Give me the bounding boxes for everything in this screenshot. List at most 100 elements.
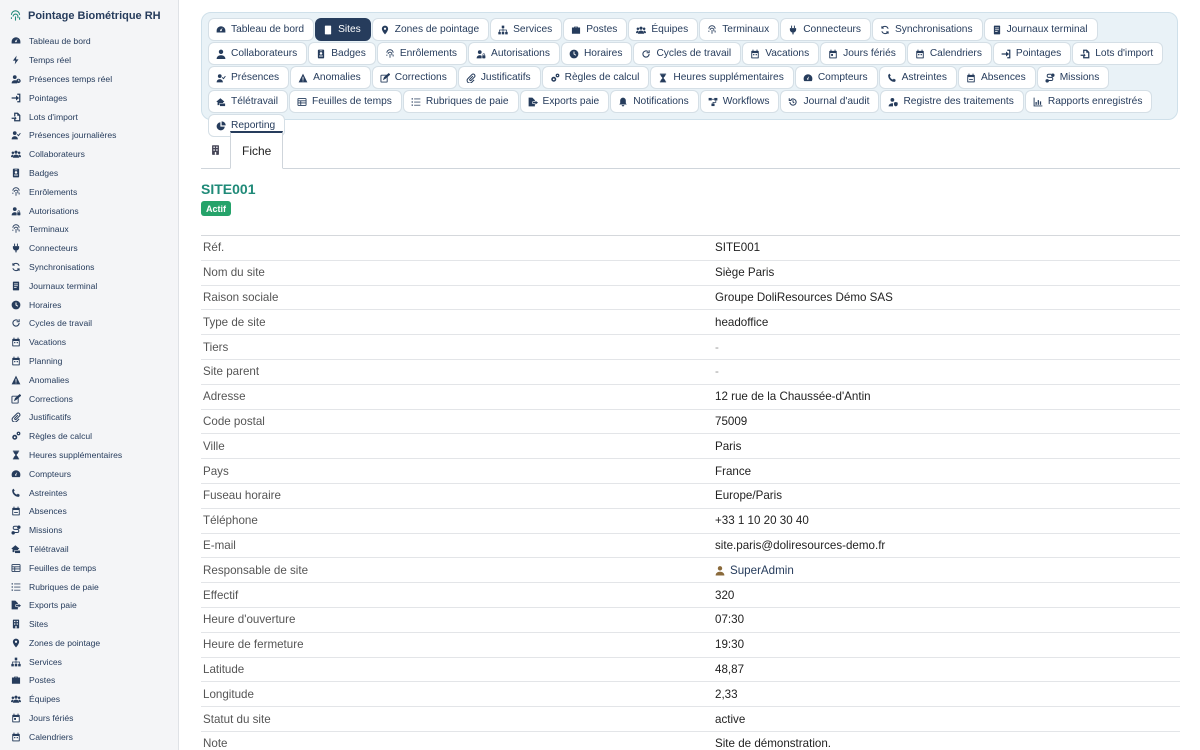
tab-postes[interactable]: Postes (563, 18, 628, 41)
tab-pointages[interactable]: Pointages (992, 42, 1072, 65)
tab-terminaux[interactable]: Terminaux (699, 18, 780, 41)
sidebar-item-journaux-terminal[interactable]: Journaux terminal (0, 276, 178, 295)
sidebar-item-enrolements[interactable]: Enrôlements (0, 182, 178, 201)
field-value-text: France (715, 464, 752, 478)
field-value-text: 75009 (715, 414, 748, 428)
sidebar-item-pointages[interactable]: Pointages (0, 88, 178, 107)
sidebar-item-label: Cycles de travail (29, 318, 93, 329)
sidebar-item-autorisations[interactable]: Autorisations (0, 201, 178, 220)
tab-feuilles-de-temps[interactable]: Feuilles de temps (289, 90, 402, 113)
tab-services[interactable]: Services (490, 18, 563, 41)
sidebar-item-astreintes[interactable]: Astreintes (0, 483, 178, 502)
tab-horaires[interactable]: Horaires (560, 42, 633, 65)
tab-label: Feuilles de temps (312, 96, 392, 107)
field-value-link[interactable]: SuperAdmin (715, 564, 794, 577)
tab-label: Journaux terminal (1006, 24, 1088, 35)
tab-collaborateurs[interactable]: Collaborateurs (208, 42, 308, 65)
sidebar-item-teletravail[interactable]: Télétravail (0, 540, 178, 559)
sidebar-item-feuilles-de-temps[interactable]: Feuilles de temps (0, 558, 178, 577)
tab-zones-de-pointage[interactable]: Zones de pointage (371, 18, 490, 41)
tab-registre-des-traitements[interactable]: Registre des traitements (880, 90, 1024, 113)
tab-teletravail[interactable]: Télétravail (208, 90, 288, 113)
tab-workflows[interactable]: Workflows (699, 90, 780, 113)
sidebar-item-synchronisations[interactable]: Synchronisations (0, 258, 178, 277)
field-value: - (715, 341, 719, 354)
sidebar-item-sites[interactable]: Sites (0, 615, 178, 634)
tab-rapports-enregistres[interactable]: Rapports enregistrés (1024, 90, 1153, 113)
field-label: Code postal (203, 414, 265, 428)
field-value-text: +33 1 10 20 30 40 (715, 514, 809, 528)
sidebar-item-horaires[interactable]: Horaires (0, 295, 178, 314)
tab-tableau-de-bord[interactable]: Tableau de bord (208, 18, 315, 41)
tab-cycles-de-travail[interactable]: Cycles de travail (633, 42, 742, 65)
sidebar-item-connecteurs[interactable]: Connecteurs (0, 239, 178, 258)
tab-missions[interactable]: Missions (1036, 66, 1110, 89)
sidebar-item-corrections[interactable]: Corrections (0, 389, 178, 408)
sidebar-item-calendriers[interactable]: Calendriers (0, 727, 178, 746)
sidebar-item-equipes[interactable]: Équipes (0, 690, 178, 709)
tab-synchronisations[interactable]: Synchronisations (871, 18, 983, 41)
field-value: Groupe DoliResources Démo SAS (715, 291, 893, 304)
tab-corrections[interactable]: Corrections (371, 66, 457, 89)
tab-lots-d-import[interactable]: Lots d'import (1072, 42, 1164, 65)
sidebar-item-anomalies[interactable]: Anomalies (0, 370, 178, 389)
tab-absences[interactable]: Absences (957, 66, 1036, 89)
terminal-log-icon (11, 281, 21, 291)
sidebar-item-services[interactable]: Services (0, 652, 178, 671)
tab-equipes[interactable]: Équipes (628, 18, 699, 41)
sidebar-item-badges[interactable]: Badges (0, 164, 178, 183)
sidebar-item-regles-de-calcul[interactable]: Règles de calcul (0, 427, 178, 446)
tab-rubriques-de-paie[interactable]: Rubriques de paie (402, 90, 519, 113)
sidebar-item-compteurs[interactable]: Compteurs (0, 464, 178, 483)
sidebar-item-label: Journaux terminal (29, 280, 98, 291)
calendar-minus-icon (11, 506, 21, 516)
tab-anomalies[interactable]: Anomalies (290, 66, 371, 89)
tab-exports-paie[interactable]: Exports paie (519, 90, 610, 113)
sidebar-item-tableau-de-bord[interactable]: Tableau de bord (0, 32, 178, 51)
sidebar-item-rubriques-de-paie[interactable]: Rubriques de paie (0, 577, 178, 596)
tab-journal-d-audit[interactable]: Journal d'audit (780, 90, 880, 113)
tab-label: Collaborateurs (231, 48, 298, 59)
tab-label: Compteurs (817, 72, 868, 83)
tab-jours-feries[interactable]: Jours fériés (820, 42, 906, 65)
tab-journaux-terminal[interactable]: Journaux terminal (983, 18, 1098, 41)
paperclip-icon (11, 412, 21, 423)
tab-fiche[interactable]: Fiche (230, 131, 284, 169)
sidebar-item-missions[interactable]: Missions (0, 521, 178, 540)
tab-notifications[interactable]: Notifications (610, 90, 699, 113)
field-row-raison-sociale: Raison sociale Groupe DoliResources Démo … (201, 286, 1180, 311)
tab-regles-de-calcul[interactable]: Règles de calcul (541, 66, 650, 89)
tab-calendriers[interactable]: Calendriers (906, 42, 992, 65)
sidebar-item-planning[interactable]: Planning (0, 352, 178, 371)
tab-heures-supplementaires[interactable]: Heures supplémentaires (650, 66, 794, 89)
sidebar-item-temps-reel[interactable]: Temps réel (0, 51, 178, 70)
sidebar-item-exports-paie[interactable]: Exports paie (0, 596, 178, 615)
sidebar-item-jours-feries[interactable]: Jours fériés (0, 709, 178, 728)
tab-compteurs[interactable]: Compteurs (794, 66, 878, 89)
tab-enrolements[interactable]: Enrôlements (376, 42, 468, 65)
tab-autorisations[interactable]: Autorisations (468, 42, 560, 65)
tab-badges[interactable]: Badges (308, 42, 376, 65)
tab-justificatifs[interactable]: Justificatifs (457, 66, 541, 89)
sidebar-item-justificatifs[interactable]: Justificatifs (0, 408, 178, 427)
sidebar-item-lots-d-import[interactable]: Lots d'import (0, 107, 178, 126)
tab-connecteurs[interactable]: Connecteurs (780, 18, 871, 41)
tab-vacations[interactable]: Vacations (742, 42, 820, 65)
sidebar-item-collaborateurs[interactable]: Collaborateurs (0, 145, 178, 164)
tab-presences[interactable]: Présences (208, 66, 290, 89)
sidebar-item-heures-supplementaires[interactable]: Heures supplémentaires (0, 446, 178, 465)
app-brand[interactable]: Pointage Biométrique RH (0, 0, 178, 32)
sidebar-item-zones-de-pointage[interactable]: Zones de pointage (0, 634, 178, 653)
field-row-statut-du-site: Statut du site active (201, 707, 1180, 732)
sidebar-item-postes[interactable]: Postes (0, 671, 178, 690)
fingerprint-icon (9, 9, 22, 23)
sidebar-item-vacations[interactable]: Vacations (0, 333, 178, 352)
tab-sites[interactable]: Sites (315, 18, 371, 41)
sidebar-item-terminaux[interactable]: Terminaux (0, 220, 178, 239)
sidebar-item-presences-temps-reel[interactable]: Présences temps réel (0, 70, 178, 89)
field-row-ville: Ville Paris (201, 434, 1180, 460)
tab-astreintes[interactable]: Astreintes (878, 66, 957, 89)
sidebar-item-presences-journalieres[interactable]: Présences journalières (0, 126, 178, 145)
sidebar-item-absences[interactable]: Absences (0, 502, 178, 521)
sidebar-item-cycles-de-travail[interactable]: Cycles de travail (0, 314, 178, 333)
